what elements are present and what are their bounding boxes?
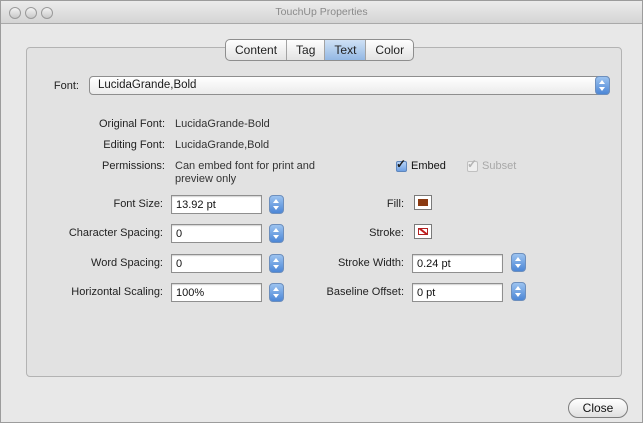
word-spacing-stepper[interactable] [269,254,284,273]
tab-text[interactable]: Text [325,40,367,60]
character-spacing-label: Character Spacing: [68,227,163,239]
font-select[interactable]: LucidaGrande,Bold [89,76,610,95]
word-spacing-input[interactable]: 0 [171,254,262,273]
subset-checkbox[interactable]: ✓ [467,157,478,172]
font-size-label: Font Size: [113,198,163,210]
embed-label: Embed [411,160,446,172]
tab-bar: Content Tag Text Color [225,39,415,61]
character-spacing-stepper[interactable] [269,224,284,243]
font-size-input[interactable]: 13.92 pt [171,195,262,214]
text-tab-panel [26,47,622,377]
stroke-width-stepper[interactable] [511,253,526,272]
fill-label: Fill: [386,198,404,210]
stroke-width-input[interactable]: 0.24 pt [412,254,503,273]
tab-content[interactable]: Content [226,40,288,60]
font-size-stepper[interactable] [269,195,284,214]
original-font-label: Original Font: [98,118,165,130]
editing-font-value: LucidaGrande,Bold [175,139,270,151]
original-font-value: LucidaGrande-Bold [175,118,270,130]
fill-color-chip [418,199,428,206]
character-spacing-input[interactable]: 0 [171,224,262,243]
permissions-value-line2: preview only [175,173,237,185]
font-label: Font: [53,80,79,92]
stroke-width-label: Stroke Width: [337,257,404,269]
horizontal-scaling-stepper[interactable] [269,283,284,302]
stroke-label: Stroke: [369,227,404,239]
baseline-offset-input[interactable]: 0 pt [412,283,503,302]
permissions-label: Permissions: [102,160,165,172]
close-button[interactable]: Close [568,398,628,418]
font-select-arrows-icon [595,76,610,95]
title-bar: TouchUp Properties [1,1,642,24]
subset-label: Subset [482,160,517,172]
touchup-properties-window: TouchUp Properties Content Tag Text Colo… [0,0,643,423]
tab-tag[interactable]: Tag [287,40,326,60]
window-title: TouchUp Properties [275,6,368,18]
embed-checkbox[interactable]: ✓ [396,157,407,172]
stroke-color-swatch[interactable] [414,224,432,239]
checkmark-icon: ✓ [467,157,478,171]
font-select-value: LucidaGrande,Bold [98,79,197,91]
stroke-color-chip [418,228,428,235]
horizontal-scaling-input[interactable]: 100% [171,283,262,302]
checkmark-icon: ✓ [396,157,407,171]
baseline-offset-stepper[interactable] [511,282,526,301]
permissions-value-line1: Can embed font for print and [175,160,316,172]
editing-font-label: Editing Font: [103,139,165,151]
horizontal-scaling-label: Horizontal Scaling: [71,286,163,298]
baseline-offset-label: Baseline Offset: [326,286,404,298]
word-spacing-label: Word Spacing: [91,257,163,269]
fill-color-swatch[interactable] [414,195,432,210]
tab-color[interactable]: Color [366,40,413,60]
